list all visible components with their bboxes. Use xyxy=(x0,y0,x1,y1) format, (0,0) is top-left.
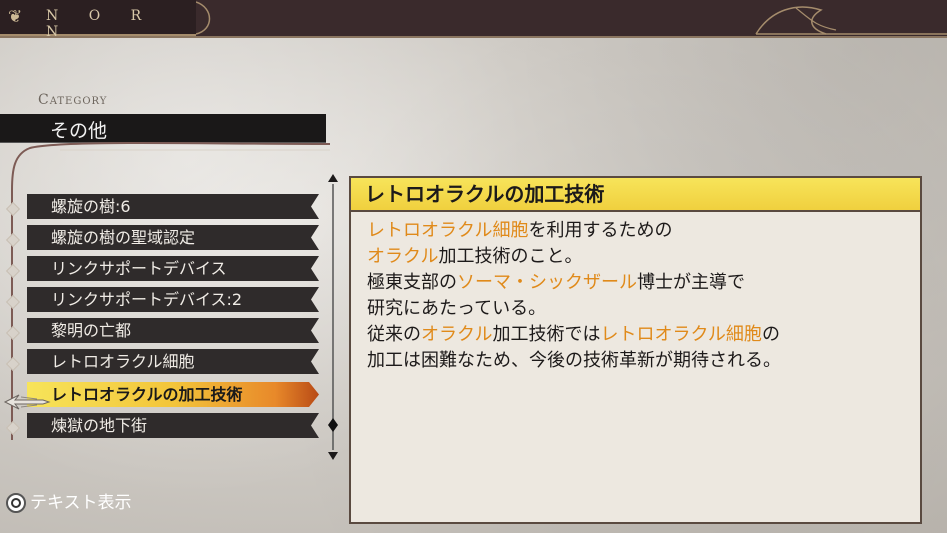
selection-cursor-icon xyxy=(3,394,51,410)
scroll-thumb-icon xyxy=(328,418,338,432)
list-item[interactable]: レトロオラクル細胞 xyxy=(27,349,319,374)
category-bar[interactable]: その他 xyxy=(0,114,326,143)
keyword-highlight: レトロオラクル細胞 xyxy=(367,220,529,241)
detail-text: 加工は困難なため、今後の技術革新が期待される。 xyxy=(367,350,781,371)
detail-text: 博士が主導で xyxy=(637,272,745,293)
circle-button-icon xyxy=(6,493,26,513)
norn-tab: ❦ N O R N xyxy=(0,0,196,40)
list-item[interactable]: 螺旋の樹:6 xyxy=(27,194,319,219)
keyword-highlight: レトロオラクル細胞 xyxy=(600,324,762,345)
list-item-selected[interactable]: レトロオラクルの加工技術 xyxy=(27,382,319,407)
category-value: その他 xyxy=(50,120,108,142)
detail-title: レトロオラクルの加工技術 xyxy=(351,178,920,212)
detail-text: 研究にあたっている。 xyxy=(367,298,547,319)
detail-text: の xyxy=(761,324,780,345)
detail-text: を利用するための xyxy=(528,220,673,241)
list-item[interactable]: 螺旋の樹の聖域認定 xyxy=(27,225,319,250)
keyword-highlight: ソーマ・シックザール xyxy=(457,272,637,293)
scroll-up-arrow-icon xyxy=(328,174,338,182)
hint-label: テキスト表示 xyxy=(30,493,132,513)
norn-title: N O R N xyxy=(46,8,155,40)
category-heading: Category xyxy=(38,92,108,108)
list-item[interactable]: リンクサポートデバイス xyxy=(27,256,319,281)
detail-line: 研究にあたっている。 xyxy=(367,296,908,322)
keyword-highlight: オラクル xyxy=(367,246,439,267)
scroll-down-arrow-icon xyxy=(328,452,338,460)
norn-leaf-icon: ❦ xyxy=(8,7,23,27)
detail-line: オラクル加工技術のこと。 xyxy=(367,244,908,270)
detail-line: 従来のオラクル加工技術ではレトロオラクル細胞の xyxy=(367,322,908,348)
detail-line: 極東支部のソーマ・シックザール博士が主導で xyxy=(367,270,908,296)
detail-panel: レトロオラクルの加工技術 レトロオラクル細胞を利用するための オラクル加工技術のこ… xyxy=(349,176,922,524)
scrollbar[interactable] xyxy=(325,172,341,462)
keyword-highlight: オラクル xyxy=(421,324,493,345)
list-item[interactable]: 黎明の亡都 xyxy=(27,318,319,343)
detail-line: 加工は困難なため、今後の技術革新が期待される。 xyxy=(367,348,908,374)
detail-text: 加工技術のこと。 xyxy=(438,246,583,267)
top-ornament-icon xyxy=(196,1,947,35)
top-bar: ❦ N O R N xyxy=(0,0,947,40)
detail-body: レトロオラクル細胞を利用するための オラクル加工技術のこと。 極東支部のソーマ・シッ… xyxy=(367,218,908,374)
list-item[interactable]: 煉獄の地下街 xyxy=(27,413,319,438)
detail-text: 極東支部の xyxy=(367,272,457,293)
list-item[interactable]: リンクサポートデバイス:2 xyxy=(27,287,319,312)
text-display-hint[interactable]: テキスト表示 xyxy=(6,488,132,513)
detail-text: 従来の xyxy=(367,324,421,345)
detail-line: レトロオラクル細胞を利用するための xyxy=(367,218,908,244)
detail-text: 加工技術では xyxy=(492,324,601,345)
